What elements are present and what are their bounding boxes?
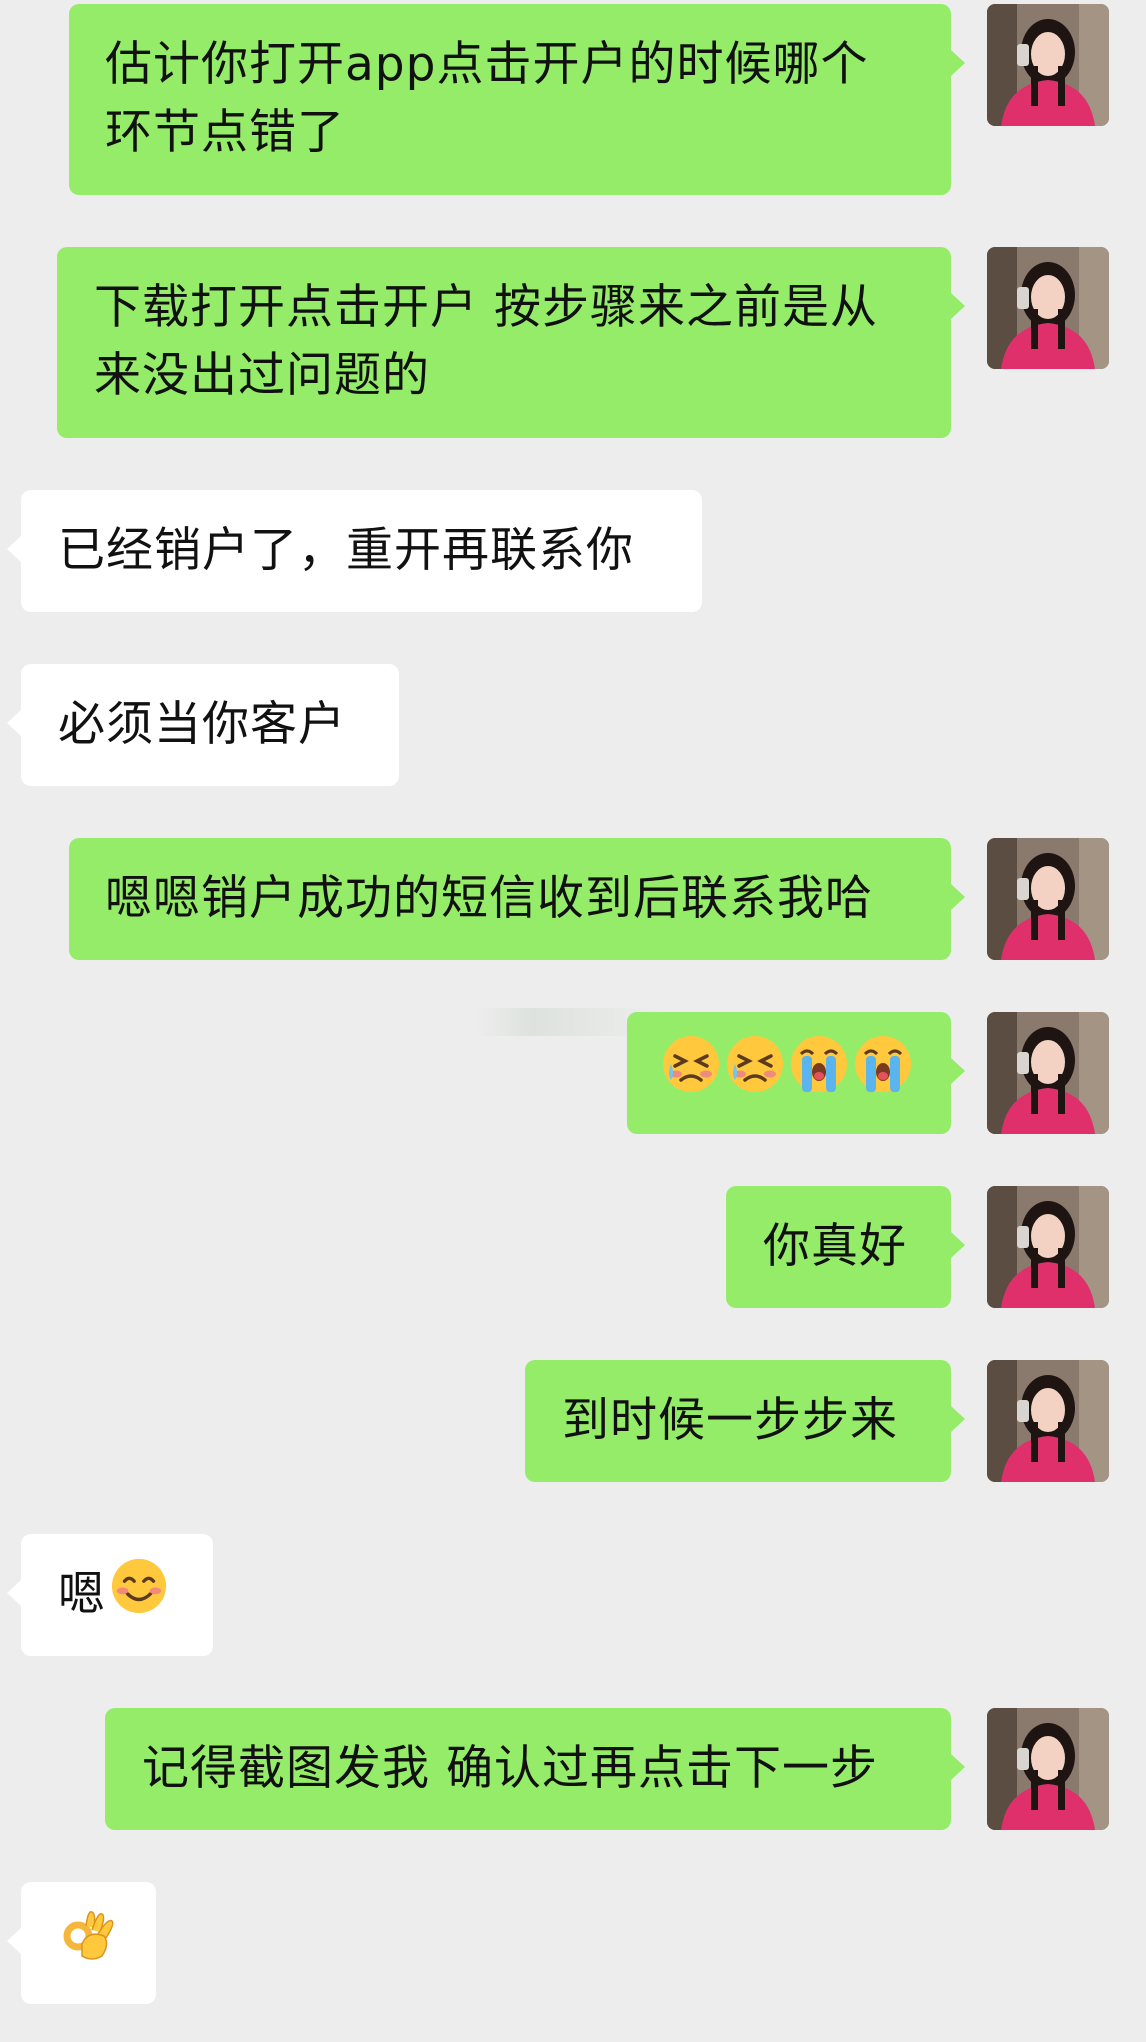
message-text: 已经销户了，重开再联系你	[58, 523, 634, 578]
message-bubble[interactable]	[627, 1012, 951, 1134]
message-bubble[interactable]: 嗯	[21, 1534, 213, 1656]
ok-hand-icon	[58, 1904, 118, 1983]
avatar[interactable]	[987, 1012, 1109, 1134]
message-text: 到时候一步步来	[562, 1393, 898, 1448]
message-bubble[interactable]: 下载打开点击开户 按步骤来之前是从 来没出过问题的	[57, 247, 951, 438]
avatar[interactable]	[987, 838, 1109, 960]
message-text: 环节点错了	[105, 105, 345, 160]
bubble-tail	[951, 884, 965, 910]
loudly-crying-face-icon	[789, 1034, 849, 1113]
bubble-tail	[951, 1058, 965, 1084]
avatar[interactable]	[987, 4, 1109, 126]
message-bubble[interactable]: 已经销户了，重开再联系你	[21, 490, 702, 612]
bubble-tail	[7, 710, 21, 736]
bubble-tail	[7, 1928, 21, 1954]
bubble-tail	[951, 293, 965, 319]
message-bubble[interactable]: 必须当你客户	[21, 664, 399, 786]
bubble-tail	[951, 50, 965, 76]
message-text: 你真好	[763, 1219, 907, 1274]
message-bubble[interactable]: 你真好	[726, 1186, 951, 1308]
message-bubble[interactable]	[21, 1882, 156, 2004]
avatar[interactable]	[987, 1708, 1109, 1830]
message-text: 记得截图发我 确认过再点击下一步	[142, 1741, 878, 1796]
smiling-face-icon	[110, 1557, 168, 1634]
avatar[interactable]	[987, 247, 1109, 369]
message-bubble[interactable]: 记得截图发我 确认过再点击下一步	[105, 1708, 951, 1830]
message-text: 必须当你客户	[58, 697, 346, 752]
bubble-tail	[951, 1754, 965, 1780]
message-bubble[interactable]: 嗯嗯销户成功的短信收到后联系我哈	[69, 838, 951, 960]
avatar[interactable]	[987, 1360, 1109, 1482]
bubble-tail	[951, 1406, 965, 1432]
message-bubble[interactable]: 估计你打开app点击开户的时候哪个 环节点错了	[69, 4, 951, 195]
chat-view[interactable]: 估计你打开app点击开户的时候哪个 环节点错了 下载打开点击开户 按步骤来之前是…	[0, 0, 1146, 2042]
message-text: 来没出过问题的	[94, 348, 430, 403]
persevering-face-icon	[725, 1034, 785, 1113]
message-text: 估计你打开app点击开户的时候哪个	[105, 37, 869, 92]
bubble-tail	[7, 1580, 21, 1606]
loudly-crying-face-icon	[853, 1034, 913, 1113]
message-bubble[interactable]: 到时候一步步来	[525, 1360, 951, 1482]
message-text: 嗯	[58, 1567, 106, 1622]
avatar[interactable]	[987, 1186, 1109, 1308]
bubble-tail	[951, 1232, 965, 1258]
message-text: 下载打开点击开户 按步骤来之前是从	[94, 280, 878, 335]
bubble-tail	[7, 536, 21, 562]
message-text: 嗯嗯销户成功的短信收到后联系我哈	[105, 871, 873, 926]
persevering-face-icon	[661, 1034, 721, 1113]
